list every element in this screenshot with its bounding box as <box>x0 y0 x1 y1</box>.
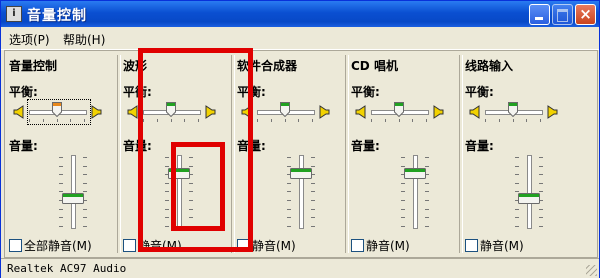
column-title: 波形 <box>123 59 148 73</box>
checkbox-icon[interactable] <box>351 239 364 252</box>
speaker-left-icon <box>241 104 252 119</box>
balance-label: 平衡: <box>465 85 494 99</box>
speaker-right-icon <box>319 104 330 119</box>
column-divider <box>231 55 235 253</box>
balance-label: 平衡: <box>237 85 266 99</box>
speaker-left-icon <box>469 104 480 119</box>
speaker-right-icon <box>547 104 558 119</box>
volume-thumb[interactable] <box>62 189 84 205</box>
device-name: Realtek AC97 Audio <box>7 262 127 275</box>
column-divider <box>459 55 463 253</box>
mixer-column: CD 唱机平衡: 音量: 静音(M) <box>347 51 461 257</box>
menu-options[interactable]: 选项(P) <box>9 31 50 48</box>
mixer-column: 软件合成器平衡: 音量: 静音(M) <box>233 51 347 257</box>
volume-slider[interactable] <box>507 153 567 231</box>
column-title: 软件合成器 <box>237 59 298 73</box>
mute-checkbox[interactable]: 全部静音(M) <box>9 235 92 253</box>
volume-label: 音量: <box>465 139 494 153</box>
speaker-right-icon <box>433 104 444 119</box>
volume-label: 音量: <box>351 139 380 153</box>
menu-help[interactable]: 帮助(H) <box>63 31 105 48</box>
balance-ticks <box>257 119 313 123</box>
balance-label: 平衡: <box>351 85 380 99</box>
balance-slider[interactable] <box>355 101 444 123</box>
checkbox-icon[interactable] <box>237 239 250 252</box>
volume-label: 音量: <box>237 139 266 153</box>
balance-slider[interactable] <box>469 101 558 123</box>
balance-thumb[interactable] <box>280 102 290 118</box>
column-title: 线路输入 <box>465 59 514 73</box>
resize-grip-icon[interactable] <box>586 265 597 276</box>
close-icon: × <box>579 5 592 23</box>
mute-checkbox[interactable]: 静音(M) <box>465 235 524 253</box>
column-title: CD 唱机 <box>351 59 398 73</box>
balance-ticks <box>143 119 199 123</box>
balance-thumb[interactable] <box>166 102 176 118</box>
volume-label: 音量: <box>123 139 152 153</box>
menu-bar: 选项(P) 帮助(H) <box>1 27 599 50</box>
balance-label: 平衡: <box>9 85 38 99</box>
maximize-icon <box>557 9 568 22</box>
mute-checkbox[interactable]: 静音(M) <box>351 235 410 253</box>
mixer-column: 波形平衡: 音量: 静音(M) <box>119 51 233 257</box>
app-icon: i <box>6 6 22 22</box>
close-button[interactable]: × <box>575 4 596 25</box>
mute-checkbox[interactable]: 静音(M) <box>123 235 182 253</box>
focus-outline <box>27 99 91 125</box>
checkbox-icon[interactable] <box>123 239 136 252</box>
speaker-left-icon <box>127 104 138 119</box>
volume-label: 音量: <box>9 139 38 153</box>
window-title: 音量控制 <box>27 8 87 24</box>
mute-label: 静音(M) <box>252 239 296 253</box>
mixer-column: 音量控制平衡: 音量: 全部静音(M) <box>5 51 119 257</box>
balance-slider[interactable] <box>241 101 330 123</box>
mute-label: 静音(M) <box>138 239 182 253</box>
checkbox-icon[interactable] <box>465 239 478 252</box>
speaker-left-icon <box>13 104 24 119</box>
volume-thumb[interactable] <box>168 164 190 180</box>
speaker-left-icon <box>355 104 366 119</box>
volume-slider[interactable] <box>279 153 339 231</box>
column-divider <box>117 55 121 253</box>
checkbox-icon[interactable] <box>9 239 22 252</box>
volume-slider[interactable] <box>51 153 111 231</box>
balance-ticks <box>485 119 541 123</box>
mute-label: 静音(M) <box>480 239 524 253</box>
volume-thumb[interactable] <box>290 164 312 180</box>
mixer-panel: 音量控制 平衡: 音量: 全部静音(M) 波形 平衡: 音量: 静音(M) 软件合成器 平衡: 音量… <box>4 50 598 258</box>
mute-label: 静音(M) <box>366 239 410 253</box>
column-divider <box>345 55 349 253</box>
volume-thumb[interactable] <box>518 189 540 205</box>
status-bar: Realtek AC97 Audio <box>1 258 599 278</box>
balance-thumb[interactable] <box>394 102 404 118</box>
column-title: 音量控制 <box>9 59 58 73</box>
volume-thumb[interactable] <box>404 164 426 180</box>
balance-slider[interactable] <box>13 99 102 125</box>
volume-slider[interactable] <box>157 153 217 231</box>
mixer-column: 线路输入平衡: 音量: 静音(M) <box>461 51 575 257</box>
mute-checkbox[interactable]: 静音(M) <box>237 235 296 253</box>
mute-label: 全部静音(M) <box>24 239 92 253</box>
speaker-right-icon <box>205 104 216 119</box>
title-bar[interactable]: i 音量控制 × <box>1 1 599 27</box>
volume-control-window: i 音量控制 × 选项(P) 帮助(H) 音量控制平衡: 音量: 全部静音(M) 波形… <box>0 0 600 278</box>
balance-slider[interactable] <box>127 101 216 123</box>
volume-slider[interactable] <box>393 153 453 231</box>
minimize-button[interactable] <box>529 4 550 25</box>
balance-thumb[interactable] <box>508 102 518 118</box>
maximize-button[interactable] <box>552 4 573 25</box>
balance-label: 平衡: <box>123 85 152 99</box>
minimize-icon <box>535 17 543 20</box>
speaker-right-icon <box>91 104 102 119</box>
balance-ticks <box>371 119 427 123</box>
